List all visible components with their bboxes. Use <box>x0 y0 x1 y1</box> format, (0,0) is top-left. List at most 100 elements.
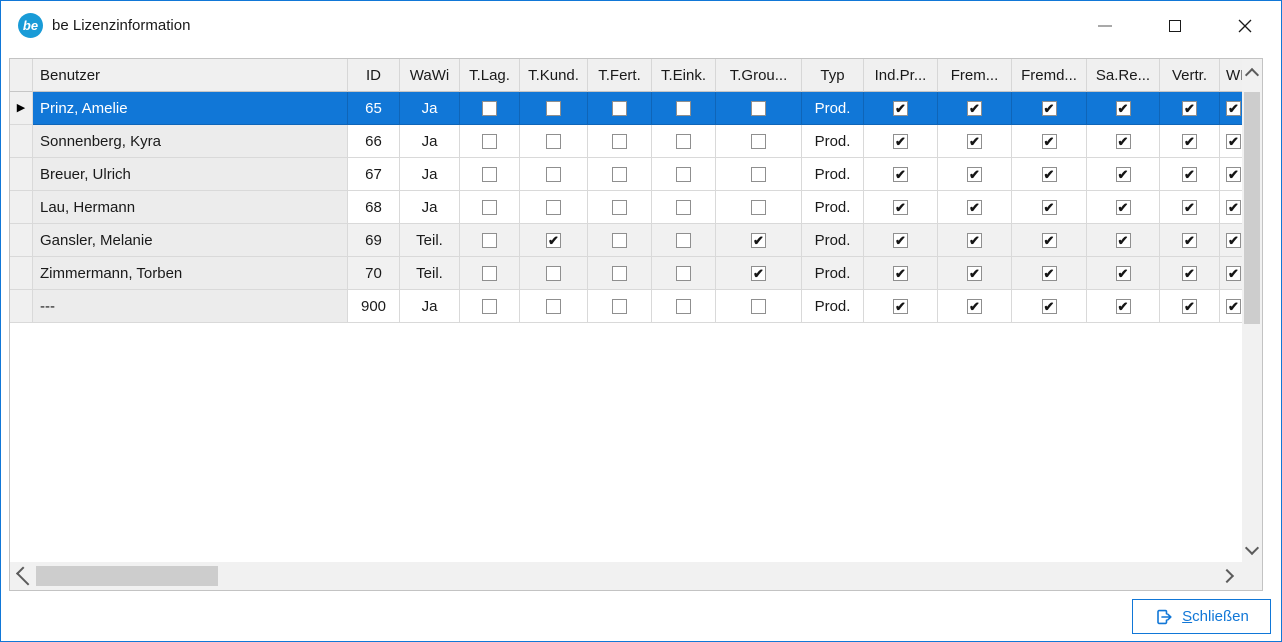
table-row[interactable]: ▶Gansler, Melanie69Teil.✔✔Prod.✔✔✔✔✔✔ <box>10 224 1244 257</box>
checkbox-vertr[interactable]: ✔ <box>1182 266 1197 281</box>
cell-wi[interactable]: ✔ <box>1220 158 1244 191</box>
checkbox-vertr[interactable]: ✔ <box>1182 299 1197 314</box>
cell-wawi[interactable]: Teil. <box>400 224 460 257</box>
cell-fremd[interactable]: ✔ <box>1012 125 1087 158</box>
cell-sa_re[interactable]: ✔ <box>1087 92 1160 125</box>
cell-vertr[interactable]: ✔ <box>1160 290 1220 323</box>
vertical-scroll-thumb[interactable] <box>1244 92 1260 324</box>
cell-t_kund[interactable] <box>520 158 588 191</box>
checkbox-t_lag[interactable] <box>482 101 497 116</box>
checkbox-t_fert[interactable] <box>612 101 627 116</box>
scroll-up-button[interactable] <box>1242 59 1262 87</box>
checkbox-ind_pr[interactable]: ✔ <box>893 266 908 281</box>
checkbox-wi[interactable]: ✔ <box>1226 233 1241 248</box>
cell-frem[interactable]: ✔ <box>938 191 1012 224</box>
cell-fremd[interactable]: ✔ <box>1012 92 1087 125</box>
checkbox-t_fert[interactable] <box>612 134 627 149</box>
cell-wawi[interactable]: Ja <box>400 125 460 158</box>
cell-frem[interactable]: ✔ <box>938 92 1012 125</box>
cell-wi[interactable]: ✔ <box>1220 92 1244 125</box>
table-row[interactable]: ▶Prinz, Amelie65JaProd.✔✔✔✔✔✔ <box>10 92 1244 125</box>
cell-t_kund[interactable] <box>520 92 588 125</box>
checkbox-t_lag[interactable] <box>482 233 497 248</box>
cell-ind_pr[interactable]: ✔ <box>864 257 938 290</box>
cell-vertr[interactable]: ✔ <box>1160 191 1220 224</box>
table-row[interactable]: ▶Sonnenberg, Kyra66JaProd.✔✔✔✔✔✔ <box>10 125 1244 158</box>
checkbox-frem[interactable]: ✔ <box>967 200 982 215</box>
checkbox-t_fert[interactable] <box>612 167 627 182</box>
column-header-t_grou[interactable]: T.Grou... <box>716 59 802 92</box>
checkbox-vertr[interactable]: ✔ <box>1182 101 1197 116</box>
checkbox-fremd[interactable]: ✔ <box>1042 266 1057 281</box>
cell-vertr[interactable]: ✔ <box>1160 92 1220 125</box>
cell-id[interactable]: 69 <box>348 224 400 257</box>
cell-id[interactable]: 68 <box>348 191 400 224</box>
checkbox-t_grou[interactable] <box>751 134 766 149</box>
table-row[interactable]: ▶Breuer, Ulrich67JaProd.✔✔✔✔✔✔ <box>10 158 1244 191</box>
checkbox-t_kund[interactable] <box>546 134 561 149</box>
cell-name[interactable]: Lau, Hermann <box>33 191 348 224</box>
checkbox-sa_re[interactable]: ✔ <box>1116 233 1131 248</box>
cell-t_eink[interactable] <box>652 125 716 158</box>
scroll-down-button[interactable] <box>1242 536 1262 562</box>
cell-typ[interactable]: Prod. <box>802 125 864 158</box>
cell-name[interactable]: Breuer, Ulrich <box>33 158 348 191</box>
horizontal-scroll-thumb[interactable] <box>36 566 218 586</box>
cell-ind_pr[interactable]: ✔ <box>864 158 938 191</box>
cell-t_grou[interactable]: ✔ <box>716 257 802 290</box>
cell-sa_re[interactable]: ✔ <box>1087 257 1160 290</box>
column-header-sa_re[interactable]: Sa.Re... <box>1087 59 1160 92</box>
checkbox-sa_re[interactable]: ✔ <box>1116 134 1131 149</box>
maximize-button[interactable] <box>1152 10 1198 41</box>
checkbox-t_eink[interactable] <box>676 200 691 215</box>
cell-t_fert[interactable] <box>588 191 652 224</box>
cell-t_kund[interactable] <box>520 191 588 224</box>
checkbox-vertr[interactable]: ✔ <box>1182 167 1197 182</box>
checkbox-wi[interactable]: ✔ <box>1226 299 1241 314</box>
cell-wi[interactable]: ✔ <box>1220 191 1244 224</box>
cell-frem[interactable]: ✔ <box>938 224 1012 257</box>
checkbox-t_grou[interactable] <box>751 299 766 314</box>
checkbox-frem[interactable]: ✔ <box>967 266 982 281</box>
checkbox-t_lag[interactable] <box>482 134 497 149</box>
checkbox-t_eink[interactable] <box>676 134 691 149</box>
cell-t_fert[interactable] <box>588 257 652 290</box>
checkbox-frem[interactable]: ✔ <box>967 101 982 116</box>
cell-wawi[interactable]: Teil. <box>400 257 460 290</box>
cell-typ[interactable]: Prod. <box>802 224 864 257</box>
cell-wawi[interactable]: Ja <box>400 92 460 125</box>
checkbox-t_fert[interactable] <box>612 233 627 248</box>
checkbox-t_lag[interactable] <box>482 299 497 314</box>
checkbox-vertr[interactable]: ✔ <box>1182 233 1197 248</box>
checkbox-fremd[interactable]: ✔ <box>1042 200 1057 215</box>
checkbox-fremd[interactable]: ✔ <box>1042 134 1057 149</box>
cell-typ[interactable]: Prod. <box>802 257 864 290</box>
cell-vertr[interactable]: ✔ <box>1160 125 1220 158</box>
cell-name[interactable]: Zimmermann, Torben <box>33 257 348 290</box>
cell-t_grou[interactable] <box>716 290 802 323</box>
checkbox-wi[interactable]: ✔ <box>1226 134 1241 149</box>
cell-id[interactable]: 70 <box>348 257 400 290</box>
checkbox-t_kund[interactable] <box>546 299 561 314</box>
checkbox-t_kund[interactable]: ✔ <box>546 233 561 248</box>
cell-t_fert[interactable] <box>588 125 652 158</box>
checkbox-ind_pr[interactable]: ✔ <box>893 233 908 248</box>
cell-id[interactable]: 67 <box>348 158 400 191</box>
checkbox-t_kund[interactable] <box>546 167 561 182</box>
cell-t_eink[interactable] <box>652 290 716 323</box>
cell-t_eink[interactable] <box>652 158 716 191</box>
scroll-right-button[interactable] <box>1214 562 1242 590</box>
cell-t_eink[interactable] <box>652 191 716 224</box>
cell-sa_re[interactable]: ✔ <box>1087 224 1160 257</box>
column-header-typ[interactable]: Typ <box>802 59 864 92</box>
cell-fremd[interactable]: ✔ <box>1012 158 1087 191</box>
cell-sa_re[interactable]: ✔ <box>1087 191 1160 224</box>
cell-t_grou[interactable] <box>716 191 802 224</box>
checkbox-t_grou[interactable] <box>751 167 766 182</box>
checkbox-t_fert[interactable] <box>612 200 627 215</box>
cell-t_grou[interactable] <box>716 158 802 191</box>
checkbox-t_grou[interactable]: ✔ <box>751 233 766 248</box>
checkbox-t_grou[interactable] <box>751 200 766 215</box>
checkbox-sa_re[interactable]: ✔ <box>1116 266 1131 281</box>
column-header-t_eink[interactable]: T.Eink. <box>652 59 716 92</box>
